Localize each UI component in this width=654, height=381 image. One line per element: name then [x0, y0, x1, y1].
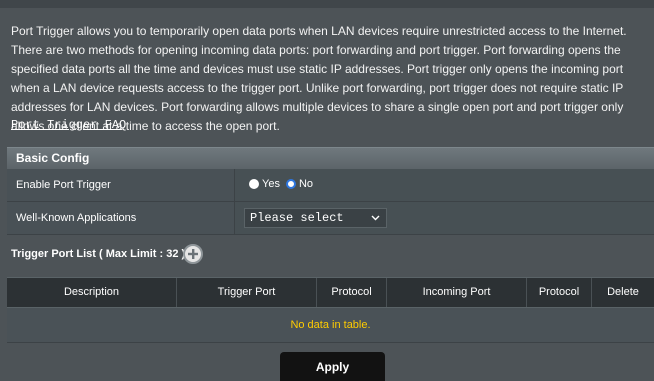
basic-config-header: Basic Config: [7, 147, 654, 169]
port-trigger-faq-link[interactable]: Port Trigger FAQ: [11, 118, 126, 132]
col-protocol: Protocol: [317, 278, 387, 307]
col-incoming-port: Incoming Port: [387, 278, 527, 307]
trigger-port-table: Description Trigger Port Protocol Incomi…: [7, 277, 654, 343]
plus-circle-icon[interactable]: [183, 244, 203, 264]
col-description: Description: [7, 278, 177, 307]
radio-yes-label[interactable]: Yes: [262, 178, 280, 190]
chevron-down-icon: [371, 209, 380, 235]
top-strip: [0, 0, 654, 8]
table-header: Description Trigger Port Protocol Incomi…: [7, 277, 654, 308]
radio-no[interactable]: [285, 179, 296, 189]
well-known-apps-label: Well-Known Applications: [7, 202, 235, 234]
select-value: Please select: [250, 211, 344, 225]
radio-yes[interactable]: [249, 179, 259, 189]
col-trigger-port: Trigger Port: [177, 278, 317, 307]
well-known-apps-select[interactable]: Please select: [244, 208, 387, 228]
empty-table-message: No data in table.: [7, 308, 654, 343]
col-delete: Delete: [607, 286, 639, 298]
radio-no-label[interactable]: No: [299, 178, 313, 190]
port-trigger-page: Port Trigger allows you to temporarily o…: [0, 0, 654, 381]
apply-button[interactable]: Apply: [280, 352, 385, 381]
well-known-apps-row: Well-Known Applications Please select: [7, 202, 654, 235]
trigger-port-list-title: Trigger Port List ( Max Limit : 32 ): [11, 248, 186, 260]
enable-port-trigger-label: Enable Port Trigger: [7, 169, 235, 201]
enable-port-trigger-value: Yes No: [235, 169, 654, 201]
col-protocol-2: Protocol: [527, 278, 592, 307]
well-known-apps-value: Please select: [235, 202, 654, 234]
enable-port-trigger-row: Enable Port Trigger Yes No: [7, 169, 654, 202]
enable-radio-group: Yes No: [249, 178, 319, 190]
